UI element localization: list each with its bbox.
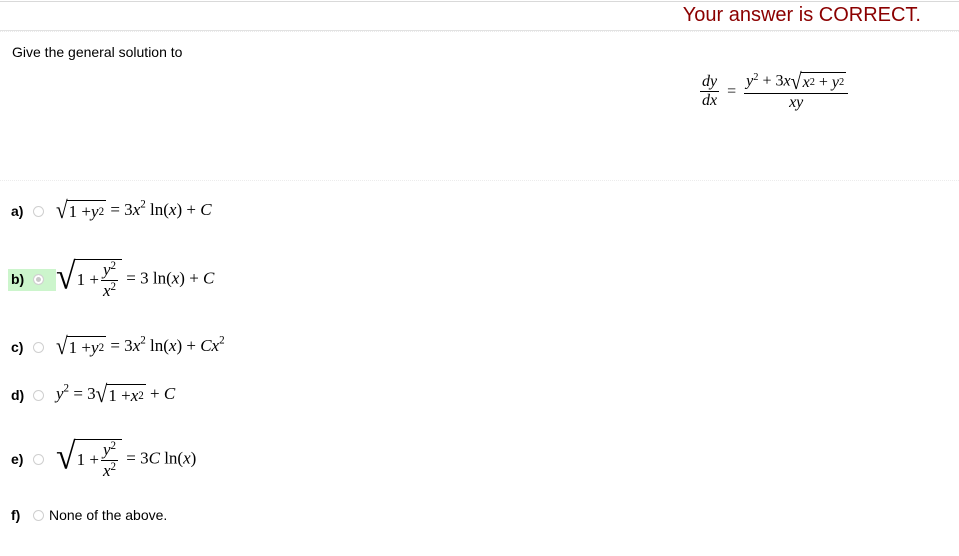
section-divider bbox=[0, 180, 959, 181]
option-a[interactable]: a) √ 1 + y2 = 3x2 ln(x) + C bbox=[0, 196, 400, 226]
option-d[interactable]: d) y2 = 3 √ 1 + x2 + C bbox=[0, 380, 400, 410]
option-label: c) bbox=[11, 339, 24, 355]
option-label: d) bbox=[11, 387, 25, 403]
option-label: b) bbox=[11, 271, 25, 287]
option-c[interactable]: c) √ 1 + y2 = 3x2 ln(x) + Cx2 bbox=[0, 332, 400, 362]
option-f[interactable]: f) None of the above. bbox=[0, 500, 400, 530]
lhs-fraction: dy dx bbox=[700, 72, 720, 110]
option-math: √ 1 + y2 x2 = 3C ln(x) bbox=[56, 434, 197, 480]
radio-button[interactable] bbox=[33, 453, 44, 465]
radio-button-selected[interactable] bbox=[33, 273, 44, 285]
option-math: y2 = 3 √ 1 + x2 + C bbox=[56, 380, 176, 408]
top-divider bbox=[0, 1, 959, 2]
header-divider bbox=[0, 30, 959, 32]
radio-button[interactable] bbox=[33, 205, 44, 217]
option-b[interactable]: b) √ 1 + y2 x2 = 3 ln(x) + C bbox=[0, 254, 400, 300]
question-prompt: Give the general solution to bbox=[12, 44, 183, 60]
option-math: √ 1 + y2 = 3x2 ln(x) + C bbox=[56, 196, 212, 224]
result-message: Your answer is CORRECT. bbox=[682, 4, 921, 26]
option-label: a) bbox=[11, 203, 24, 219]
option-text: None of the above. bbox=[49, 507, 168, 523]
option-label: f) bbox=[11, 507, 21, 523]
rhs-fraction: y2 + 3x √ x 2 + y2 xy bbox=[744, 71, 849, 112]
radio-button[interactable] bbox=[33, 389, 44, 401]
radio-button[interactable] bbox=[33, 341, 44, 353]
radio-button[interactable] bbox=[33, 509, 44, 521]
option-math: √ 1 + y2 = 3x2 ln(x) + Cx2 bbox=[56, 332, 225, 360]
differential-equation: dy dx = y2 + 3x √ x 2 + y2 xy bbox=[698, 71, 850, 112]
option-math: √ 1 + y2 x2 = 3 ln(x) + C bbox=[56, 254, 215, 300]
option-label: e) bbox=[11, 451, 24, 467]
option-e[interactable]: e) √ 1 + y2 x2 = 3C ln(x) bbox=[0, 434, 400, 480]
